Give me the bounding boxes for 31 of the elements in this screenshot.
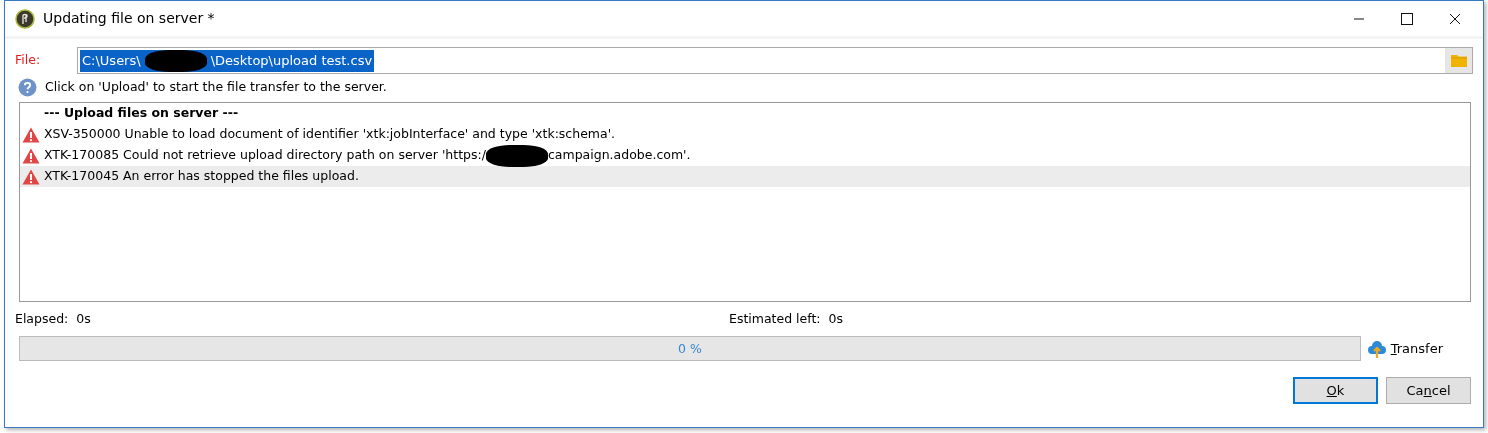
- log-message: XTK-170045 An error has stopped the files upload.: [44, 167, 359, 186]
- help-icon: [18, 78, 37, 97]
- progress-text: 0 %: [677, 339, 702, 358]
- info-text: Click on 'Upload' to start the file transfer to the server.: [45, 78, 387, 97]
- log-message: XSV-350000 Unable to load document of identifier 'xtk:jobInterface' and type 'xtk:schema'.: [44, 125, 616, 144]
- transfer-button[interactable]: Transfer: [1366, 338, 1443, 359]
- dialog-button[interactable]: Ok: [1293, 377, 1378, 404]
- elapsed-label: Elapsed:: [15, 310, 69, 328]
- log-row[interactable]: XTK-170085 Could not retrieve upload directory path on server 'https:/ campaign.adobe.com'.: [20, 145, 1470, 166]
- log-message: XTK-170085 Could not retrieve upload directory path on server 'https:/ campaign.adobe.com'.: [44, 144, 691, 167]
- file-path-field[interactable]: C:\Users\ \Desktop\upload test.csv: [77, 47, 1473, 74]
- estimated-value: 0s: [828, 310, 844, 328]
- warning-icon: [22, 147, 40, 164]
- cloud-upload-icon: [1366, 339, 1387, 358]
- warning-icon: [22, 168, 40, 185]
- maximize-icon: [1401, 12, 1413, 25]
- redaction: [485, 144, 548, 167]
- log-row[interactable]: --- Upload files on server ---: [20, 103, 1470, 124]
- window-title: Updating file on server *: [43, 9, 215, 28]
- dialog-button[interactable]: Cancel: [1386, 377, 1471, 404]
- estimated-label: Estimated left:: [729, 310, 821, 328]
- warning-icon: [22, 126, 40, 143]
- elapsed-value: 0s: [76, 310, 91, 328]
- folder-icon: [1450, 54, 1467, 67]
- file-label: File:: [15, 51, 42, 70]
- log-row[interactable]: XTK-170045 An error has stopped the files upload.: [20, 166, 1470, 187]
- log-message: --- Upload files on server ---: [43, 104, 239, 123]
- log-row[interactable]: XSV-350000 Unable to load document of identifier 'xtk:jobInterface' and type 'xtk:schema'.: [20, 124, 1470, 145]
- close-icon: [1449, 12, 1461, 25]
- app-logo-icon: [15, 8, 35, 29]
- redaction: [144, 49, 207, 72]
